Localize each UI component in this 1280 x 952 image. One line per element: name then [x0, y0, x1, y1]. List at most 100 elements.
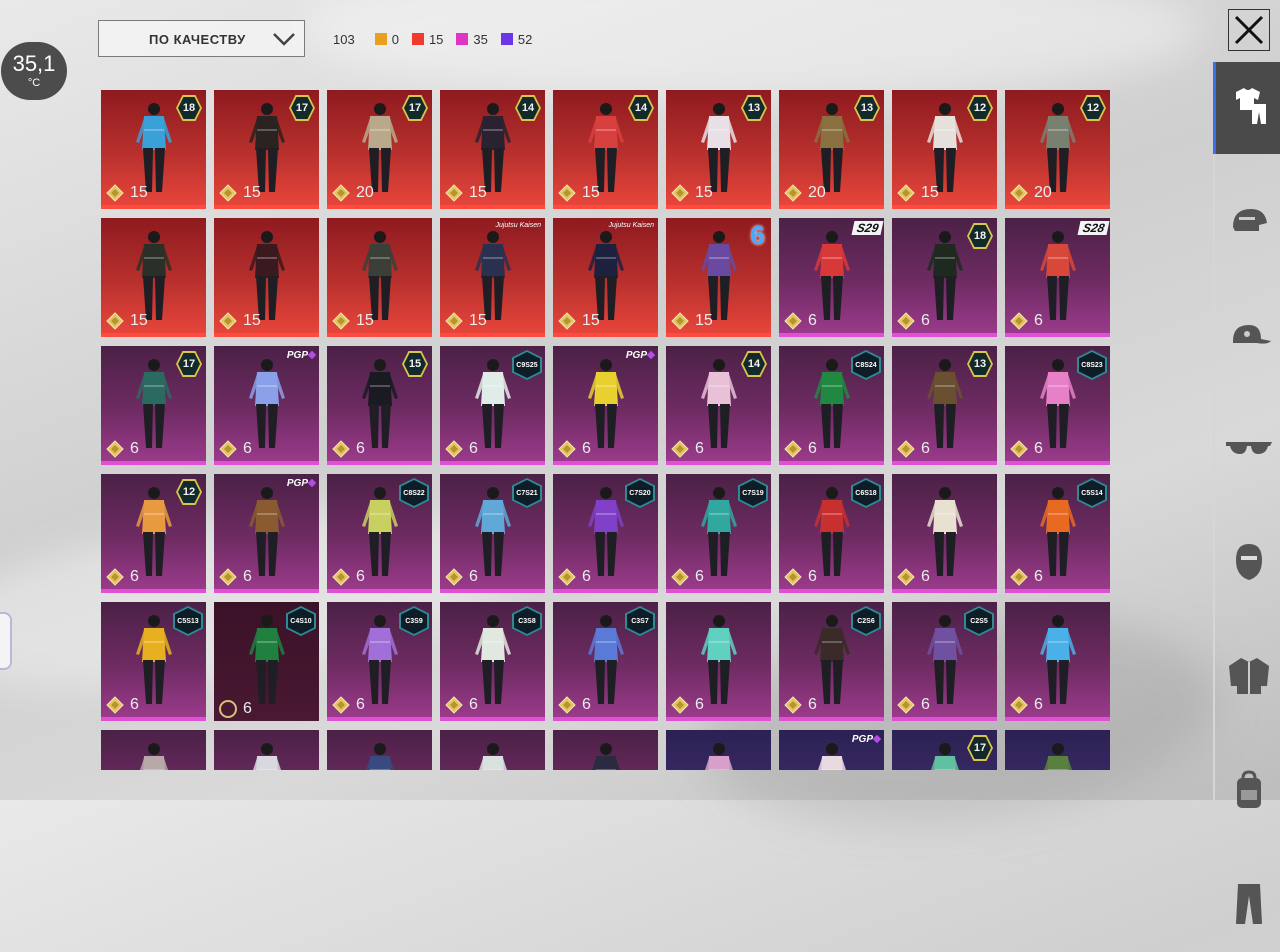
points-value: 6	[130, 568, 139, 585]
category-tab-outfits[interactable]	[1213, 62, 1280, 154]
outfit-card[interactable]	[553, 730, 658, 770]
outfit-card[interactable]: C7S19 6	[666, 474, 771, 593]
outfit-card[interactable]: C3S7 6	[553, 602, 658, 721]
series-badge: 6	[750, 220, 765, 250]
outfit-card[interactable]	[214, 730, 319, 770]
outfit-card[interactable]: PGP 6	[553, 346, 658, 465]
points-value: 6	[356, 440, 365, 457]
outfit-card[interactable]: 14 15	[440, 90, 545, 209]
level-badge: 15	[402, 351, 428, 377]
category-tab-glasses[interactable]	[1215, 404, 1280, 496]
outfit-card[interactable]	[666, 730, 771, 770]
level-badge: 17	[402, 95, 428, 121]
outfit-card[interactable]: C6S18 6	[779, 474, 884, 593]
outfit-card[interactable]: 12 20	[1005, 90, 1110, 209]
diamond-coin-icon	[332, 184, 350, 202]
outfit-card[interactable]: 17	[892, 730, 997, 770]
diamond-coin-icon	[784, 568, 802, 586]
outfit-card[interactable]: S28 6	[1005, 218, 1110, 337]
temperature-value: 35,1	[12, 51, 56, 76]
diamond-coin-icon	[106, 568, 124, 586]
outfit-card[interactable]: 6 15	[666, 218, 771, 337]
outfit-figure	[478, 743, 507, 770]
outfit-card[interactable]: C3S8 6	[440, 602, 545, 721]
points-display: 6	[1010, 696, 1043, 714]
outfit-card[interactable]: C8S22 6	[327, 474, 432, 593]
outfit-card[interactable]: 12 6	[101, 474, 206, 593]
outfit-card[interactable]: 14 15	[553, 90, 658, 209]
close-button[interactable]	[1228, 9, 1270, 51]
category-tab-pants[interactable]	[1215, 860, 1280, 952]
season-badge-text: C7S21	[514, 480, 540, 506]
outfit-card[interactable]: C7S21 6	[440, 474, 545, 593]
level-badge-text: 12	[969, 97, 991, 119]
outfit-card[interactable]: C7S20 6	[553, 474, 658, 593]
points-value: 15	[469, 312, 487, 329]
outfit-card[interactable]: 17 20	[327, 90, 432, 209]
outfit-card[interactable]	[101, 730, 206, 770]
level-badge-text: 17	[291, 97, 313, 119]
season-badge: C2S6	[851, 606, 881, 636]
season-badge-text: C7S20	[627, 480, 653, 506]
points-value: 6	[695, 696, 704, 713]
outfit-card[interactable]: C4S10 6	[214, 602, 319, 721]
total-count: 103	[333, 31, 355, 47]
outfit-card[interactable]: C8S24 6	[779, 346, 884, 465]
category-tab-backpacks[interactable]	[1215, 746, 1280, 838]
category-tab-masks[interactable]	[1215, 518, 1280, 610]
outfit-card[interactable]: 14 6	[666, 346, 771, 465]
outfit-card[interactable]: C9S25 6	[440, 346, 545, 465]
outfit-card[interactable]: Jujutsu Kaisen 15	[553, 218, 658, 337]
points-display: 6	[1010, 312, 1043, 330]
outfit-card[interactable]: 6	[1005, 602, 1110, 721]
outfit-card[interactable]: 13 6	[892, 346, 997, 465]
outfit-card[interactable]: C3S9 6	[327, 602, 432, 721]
category-tab-hats[interactable]	[1215, 290, 1280, 382]
season-badge: C9S25	[512, 350, 542, 380]
outfit-card[interactable]	[1005, 730, 1110, 770]
outfit-card[interactable]: C2S5 6	[892, 602, 997, 721]
points-display: 6	[332, 568, 365, 586]
points-display: 15	[445, 184, 487, 202]
outfit-card[interactable]: C2S6 6	[779, 602, 884, 721]
outfit-card[interactable]: 15	[327, 218, 432, 337]
outfit-card[interactable]: Jujutsu Kaisen 15	[440, 218, 545, 337]
points-display: 6	[445, 440, 478, 458]
outfit-card[interactable]: 18 6	[892, 218, 997, 337]
outfit-card[interactable]: PGP	[779, 730, 884, 770]
level-badge: 13	[741, 95, 767, 121]
outfit-card[interactable]: 13 15	[666, 90, 771, 209]
side-pull-tab[interactable]	[0, 612, 12, 670]
shirt-pants-icon	[1232, 86, 1268, 131]
points-value: 6	[356, 696, 365, 713]
sort-dropdown[interactable]: ПО КАЧЕСТВУ	[98, 20, 305, 57]
outfit-card[interactable]: C5S14 6	[1005, 474, 1110, 593]
outfit-card[interactable]: S29 6	[779, 218, 884, 337]
diamond-coin-icon	[332, 440, 350, 458]
points-display: 6	[1010, 440, 1043, 458]
quality-stats: 103 0 15 35 52	[333, 30, 545, 48]
outfit-card[interactable]: 17 6	[101, 346, 206, 465]
outfit-card[interactable]: 18 15	[101, 90, 206, 209]
category-tab-helmets[interactable]	[1215, 176, 1280, 268]
diamond-coin-icon	[671, 568, 689, 586]
outfit-card[interactable]: PGP 6	[214, 474, 319, 593]
category-tab-jackets[interactable]	[1215, 632, 1280, 724]
outfit-card[interactable]: 15	[214, 218, 319, 337]
outfit-card[interactable]: 13 20	[779, 90, 884, 209]
outfit-card[interactable]: 6	[892, 474, 997, 593]
outfit-card[interactable]	[327, 730, 432, 770]
outfit-card[interactable]: 15 6	[327, 346, 432, 465]
outfit-card[interactable]	[440, 730, 545, 770]
outfit-card[interactable]: C8S23 6	[1005, 346, 1110, 465]
points-display: 6	[784, 440, 817, 458]
outfit-card[interactable]: PGP 6	[214, 346, 319, 465]
outfit-card[interactable]: 17 15	[214, 90, 319, 209]
points-display: 6	[784, 696, 817, 714]
level-badge-text: 12	[1082, 97, 1104, 119]
outfit-card[interactable]: C5S13 6	[101, 602, 206, 721]
outfit-card[interactable]: 15	[101, 218, 206, 337]
points-display: 6	[671, 440, 704, 458]
outfit-card[interactable]: 6	[666, 602, 771, 721]
outfit-card[interactable]: 12 15	[892, 90, 997, 209]
